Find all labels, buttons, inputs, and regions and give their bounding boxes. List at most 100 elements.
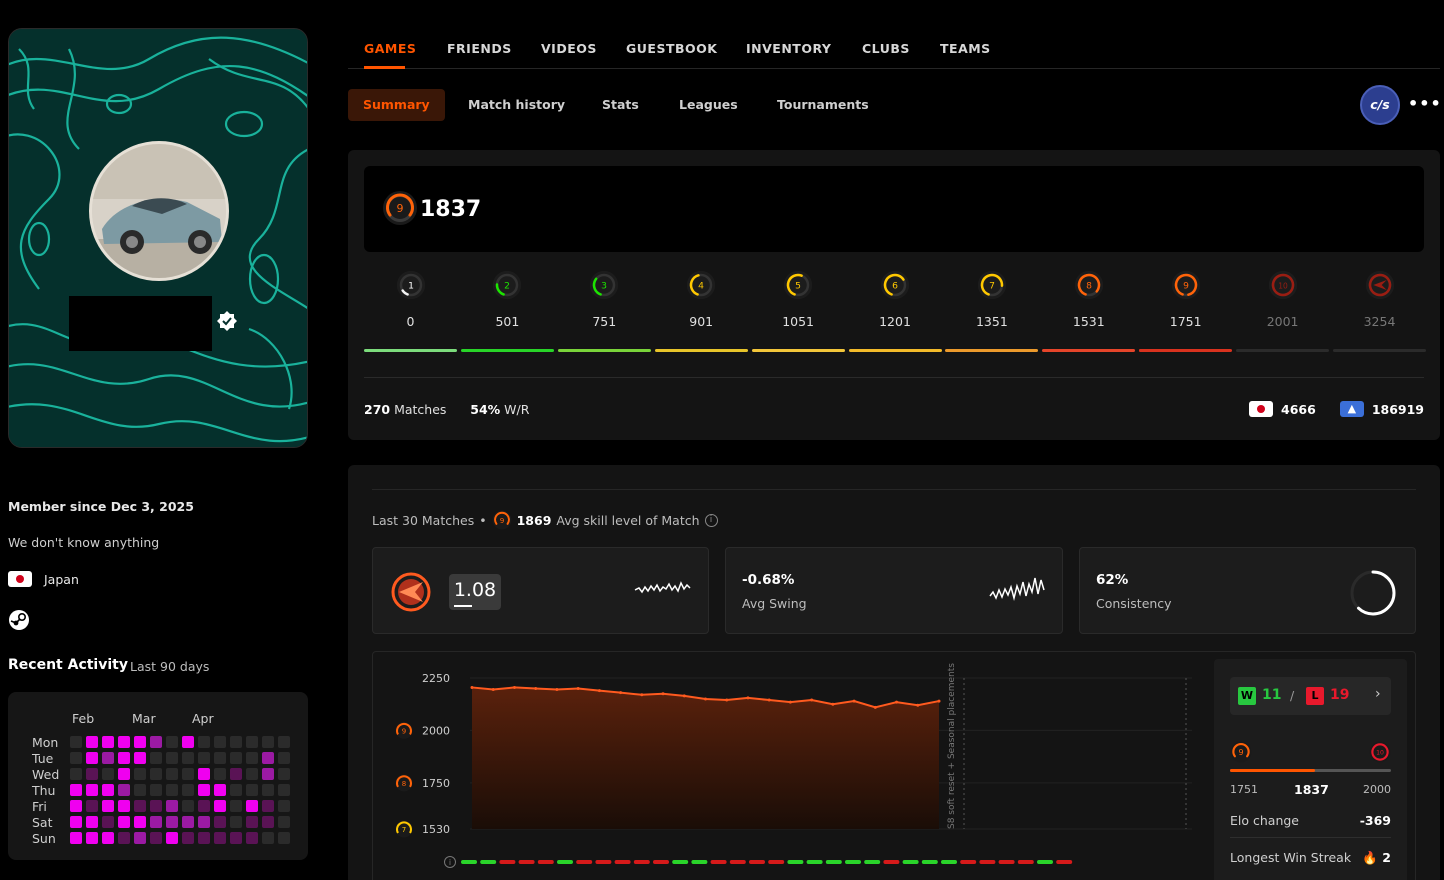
match-result-marker[interactable] bbox=[883, 860, 900, 864]
heatmap-cell[interactable] bbox=[230, 736, 242, 748]
heatmap-cell[interactable] bbox=[182, 736, 194, 748]
heatmap-cell[interactable] bbox=[134, 816, 146, 828]
heatmap-cell[interactable] bbox=[246, 736, 258, 748]
heatmap-cell[interactable] bbox=[70, 800, 82, 812]
heatmap-cell[interactable] bbox=[230, 800, 242, 812]
heatmap-cell[interactable] bbox=[230, 768, 242, 780]
heatmap-cell[interactable] bbox=[70, 736, 82, 748]
heatmap-cell[interactable] bbox=[262, 784, 274, 796]
heatmap-cell[interactable] bbox=[134, 752, 146, 764]
heatmap-cell[interactable] bbox=[246, 768, 258, 780]
heatmap-cell[interactable] bbox=[70, 752, 82, 764]
subtab-stats[interactable]: Stats bbox=[602, 89, 639, 121]
steam-icon[interactable] bbox=[8, 609, 30, 631]
elo-point[interactable] bbox=[831, 702, 835, 706]
subtab-summary[interactable]: Summary bbox=[348, 89, 445, 121]
tab-games[interactable]: GAMES bbox=[364, 41, 416, 56]
heatmap-cell[interactable] bbox=[86, 800, 98, 812]
heatmap-cell[interactable] bbox=[166, 816, 178, 828]
elo-point[interactable] bbox=[682, 694, 686, 698]
elo-point[interactable] bbox=[534, 686, 538, 690]
heatmap-cell[interactable] bbox=[198, 800, 210, 812]
match-result-marker[interactable] bbox=[557, 860, 573, 864]
elo-point[interactable] bbox=[788, 700, 792, 704]
heatmap-cell[interactable] bbox=[134, 784, 146, 796]
elo-point[interactable] bbox=[491, 688, 495, 692]
heatmap-cell[interactable] bbox=[118, 816, 130, 828]
heatmap-cell[interactable] bbox=[262, 816, 274, 828]
heatmap-cell[interactable] bbox=[118, 768, 130, 780]
elo-point[interactable] bbox=[597, 689, 601, 693]
heatmap-cell[interactable] bbox=[198, 784, 210, 796]
heatmap-cell[interactable] bbox=[246, 784, 258, 796]
match-result-marker[interactable] bbox=[998, 860, 1015, 864]
match-result-marker[interactable] bbox=[921, 860, 938, 864]
heatmap-cell[interactable] bbox=[118, 832, 130, 844]
match-result-marker[interactable] bbox=[1056, 860, 1073, 864]
heatmap-cell[interactable] bbox=[166, 832, 178, 844]
heatmap-cell[interactable] bbox=[214, 832, 226, 844]
heatmap-cell[interactable] bbox=[86, 816, 98, 828]
heatmap-cell[interactable] bbox=[230, 832, 242, 844]
heatmap-cell[interactable] bbox=[230, 752, 242, 764]
heatmap-cell[interactable] bbox=[150, 736, 162, 748]
match-result-marker[interactable] bbox=[1017, 860, 1034, 864]
heatmap-cell[interactable] bbox=[86, 832, 98, 844]
heatmap-cell[interactable] bbox=[182, 752, 194, 764]
subtab-tournaments[interactable]: Tournaments bbox=[777, 89, 869, 121]
heatmap-cell[interactable] bbox=[214, 736, 226, 748]
heatmap-cell[interactable] bbox=[150, 832, 162, 844]
heatmap-cell[interactable] bbox=[118, 736, 130, 748]
info-icon[interactable]: i bbox=[444, 856, 456, 868]
heatmap-cell[interactable] bbox=[118, 752, 130, 764]
heatmap-cell[interactable] bbox=[214, 752, 226, 764]
match-result-marker[interactable] bbox=[941, 860, 957, 864]
heatmap-cell[interactable] bbox=[134, 832, 146, 844]
elo-point[interactable] bbox=[470, 685, 474, 689]
tab-guestbook[interactable]: GUESTBOOK bbox=[626, 41, 717, 56]
tab-inventory[interactable]: INVENTORY bbox=[746, 41, 831, 56]
match-result-marker[interactable] bbox=[960, 860, 977, 864]
heatmap-cell[interactable] bbox=[86, 784, 98, 796]
heatmap-cell[interactable] bbox=[134, 736, 146, 748]
heatmap-cell[interactable] bbox=[214, 768, 226, 780]
heatmap-cell[interactable] bbox=[102, 768, 114, 780]
heatmap-cell[interactable] bbox=[70, 784, 82, 796]
heatmap-cell[interactable] bbox=[278, 736, 290, 748]
match-result-marker[interactable] bbox=[595, 860, 612, 864]
heatmap-cell[interactable] bbox=[278, 832, 290, 844]
elo-point[interactable] bbox=[937, 699, 941, 703]
heatmap-cell[interactable] bbox=[262, 832, 274, 844]
heatmap-cell[interactable] bbox=[166, 800, 178, 812]
elo-point[interactable] bbox=[619, 691, 623, 695]
heatmap-cell[interactable] bbox=[102, 832, 114, 844]
match-result-marker[interactable] bbox=[825, 860, 842, 864]
heatmap-cell[interactable] bbox=[166, 768, 178, 780]
heatmap-cell[interactable] bbox=[150, 784, 162, 796]
heatmap-cell[interactable] bbox=[102, 800, 114, 812]
match-result-marker[interactable] bbox=[633, 860, 650, 864]
heatmap-cell[interactable] bbox=[198, 768, 210, 780]
heatmap-cell[interactable] bbox=[262, 768, 274, 780]
heatmap-cell[interactable] bbox=[214, 800, 226, 812]
match-result-marker[interactable] bbox=[979, 860, 996, 864]
match-result-marker[interactable] bbox=[653, 860, 669, 864]
heatmap-cell[interactable] bbox=[278, 768, 290, 780]
more-options-icon[interactable]: ••• bbox=[1408, 94, 1442, 113]
heatmap-cell[interactable] bbox=[102, 816, 114, 828]
heatmap-cell[interactable] bbox=[198, 736, 210, 748]
heatmap-cell[interactable] bbox=[150, 816, 162, 828]
tab-clubs[interactable]: CLUBS bbox=[862, 41, 910, 56]
match-result-marker[interactable] bbox=[729, 860, 746, 864]
match-result-marker[interactable] bbox=[461, 860, 477, 864]
game-selector-badge[interactable]: c/s bbox=[1360, 85, 1400, 125]
elo-point[interactable] bbox=[555, 688, 559, 692]
match-result-marker[interactable] bbox=[845, 860, 861, 864]
heatmap-cell[interactable] bbox=[102, 752, 114, 764]
tab-teams[interactable]: TEAMS bbox=[940, 41, 991, 56]
elo-point[interactable] bbox=[767, 698, 771, 702]
heatmap-cell[interactable] bbox=[230, 784, 242, 796]
subtab-leagues[interactable]: Leagues bbox=[679, 89, 738, 121]
elo-point[interactable] bbox=[640, 693, 644, 697]
match-result-marker[interactable] bbox=[710, 860, 727, 864]
